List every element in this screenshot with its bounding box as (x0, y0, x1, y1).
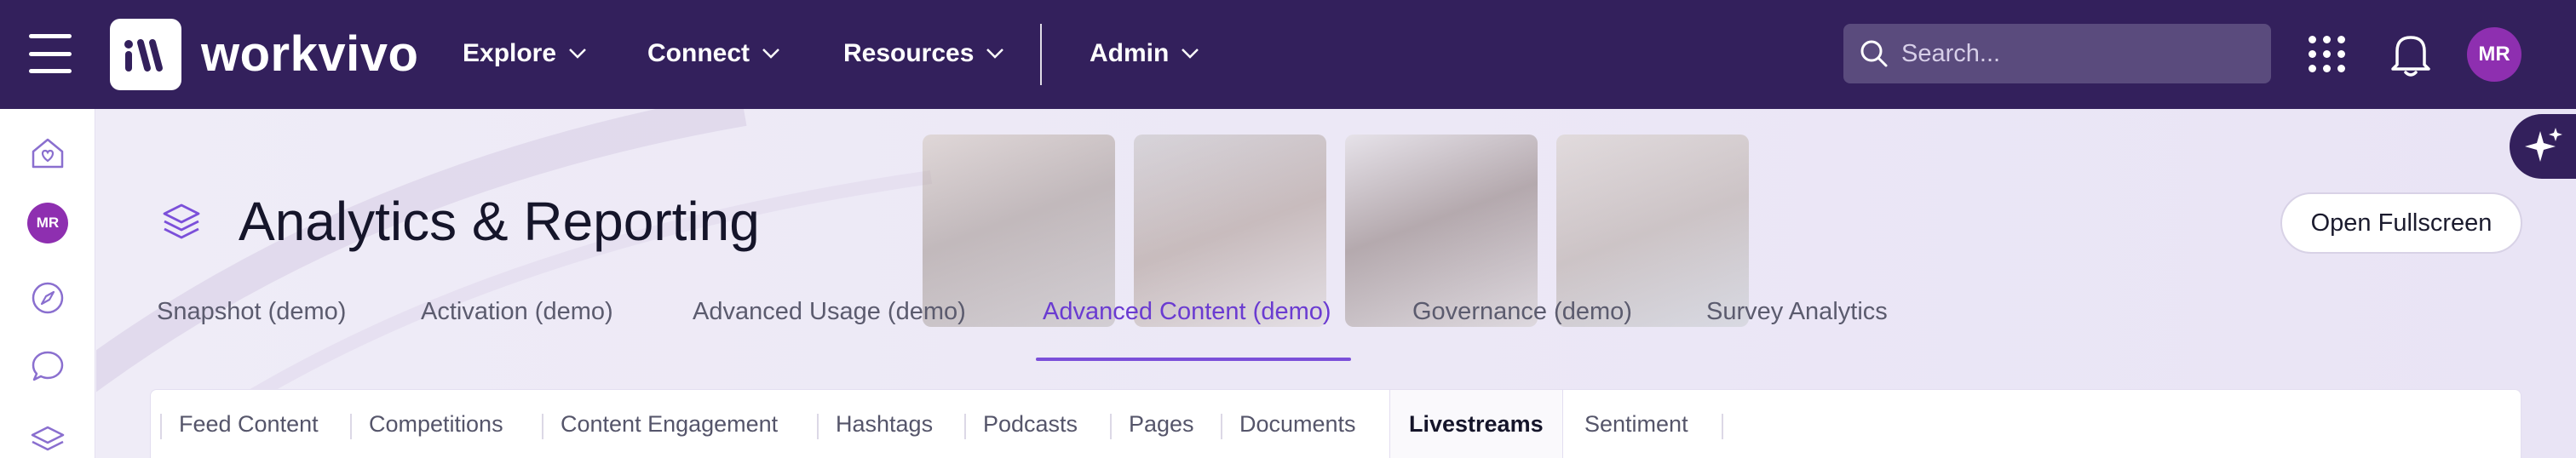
chevron-down-icon (986, 49, 1004, 59)
tab-advanced-usage[interactable]: Advanced Usage (demo) (693, 298, 966, 326)
nav-resources[interactable]: Resources (843, 34, 1004, 73)
tab-advanced-content[interactable]: Advanced Content (demo) (1043, 298, 1331, 326)
subtab-separator (160, 414, 162, 439)
tab-snapshot[interactable]: Snapshot (demo) (157, 298, 346, 326)
open-fullscreen-button[interactable]: Open Fullscreen (2280, 192, 2522, 254)
nav-label: Explore (463, 39, 557, 67)
subtab-livestreams[interactable]: Livestreams (1389, 390, 1563, 458)
nav-connect[interactable]: Connect (647, 34, 780, 73)
subtab-pages[interactable]: Pages (1129, 390, 1194, 458)
ai-assistant-button[interactable] (2510, 114, 2576, 179)
nav-explore[interactable]: Explore (463, 34, 587, 73)
subtab-sentiment[interactable]: Sentiment (1584, 390, 1688, 458)
tab-activation[interactable]: Activation (demo) (421, 298, 613, 326)
hamburger-menu-icon[interactable] (29, 34, 72, 73)
sparkle-icon (2525, 128, 2562, 162)
subtab-hashtags[interactable]: Hashtags (836, 390, 933, 458)
chevron-down-icon (569, 49, 586, 59)
chevron-down-icon (762, 49, 779, 59)
chat-bubble-icon[interactable] (29, 347, 66, 385)
top-navigation-bar: workvivo Explore Connect Resources Admin… (0, 0, 2576, 109)
subtab-content-engagement[interactable]: Content Engagement (561, 390, 778, 458)
rail-user-avatar[interactable]: MR (27, 203, 68, 243)
home-icon[interactable] (29, 135, 66, 172)
layers-icon (160, 201, 203, 243)
workvivo-logo-icon[interactable] (110, 19, 181, 90)
search-input[interactable] (1901, 39, 2259, 68)
layers-icon[interactable] (29, 422, 66, 458)
nav-label: Resources (843, 39, 975, 67)
subtab-feed-content[interactable]: Feed Content (179, 390, 319, 458)
subtab-separator (1722, 414, 1723, 439)
nav-divider (1040, 24, 1042, 85)
subtab-documents[interactable]: Documents (1239, 390, 1356, 458)
left-sidebar: MR (0, 109, 95, 458)
subtab-separator (1110, 414, 1112, 439)
subtab-separator (964, 414, 966, 439)
subtab-competitions[interactable]: Competitions (369, 390, 503, 458)
nav-admin[interactable]: Admin (1090, 34, 1199, 73)
tab-survey-analytics[interactable]: Survey Analytics (1706, 298, 1888, 326)
page-title: Analytics & Reporting (239, 191, 760, 252)
logo-wordmark[interactable]: workvivo (201, 24, 418, 85)
search-icon (1860, 40, 1888, 67)
notifications-bell-icon[interactable] (2389, 31, 2433, 78)
subtab-podcasts[interactable]: Podcasts (983, 390, 1078, 458)
tab-governance[interactable]: Governance (demo) (1412, 298, 1632, 326)
nav-label: Admin (1090, 39, 1170, 67)
subtab-separator (542, 414, 543, 439)
user-avatar[interactable]: MR (2467, 27, 2521, 82)
search-box[interactable] (1843, 24, 2271, 83)
subtab-separator (817, 414, 819, 439)
chevron-down-icon (1182, 49, 1199, 59)
compass-icon[interactable] (29, 279, 66, 317)
subtab-separator (1221, 414, 1222, 439)
nav-label: Connect (647, 39, 750, 67)
active-tab-indicator (1036, 358, 1351, 361)
apps-grid-icon[interactable] (2309, 36, 2346, 73)
subtab-separator (350, 414, 352, 439)
subtab-bar: Feed Content Competitions Content Engage… (150, 389, 2521, 458)
